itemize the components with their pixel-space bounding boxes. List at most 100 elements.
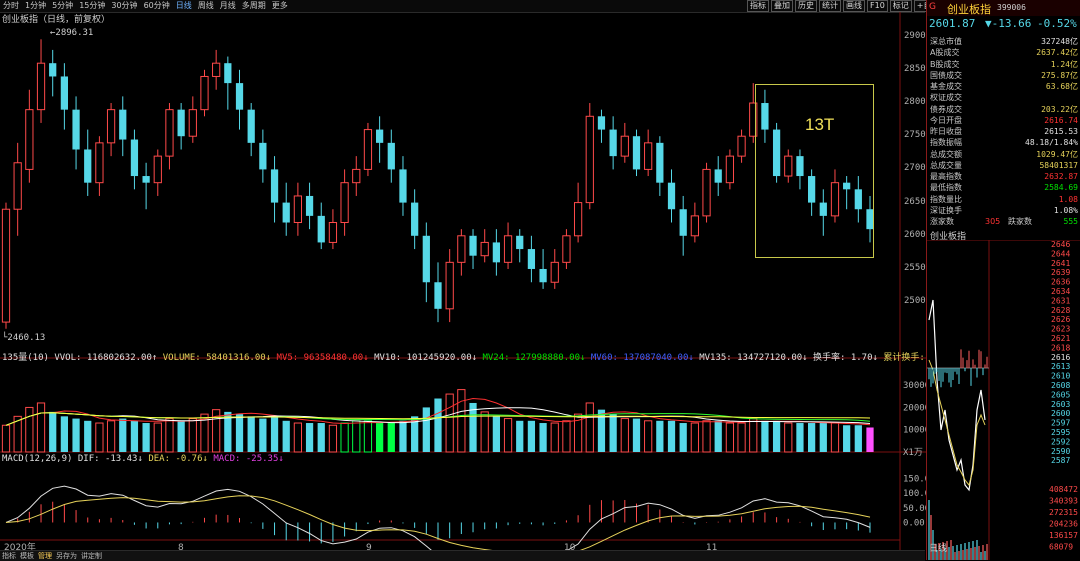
candle (573, 182, 583, 243)
volume-bar (609, 414, 617, 452)
quote-stat-row: 指数振幅 48.18/1.84% (930, 137, 1078, 148)
volume-bar (808, 423, 816, 452)
candle (480, 229, 489, 263)
volume-bar (317, 423, 325, 452)
candle (36, 39, 46, 123)
mini-price-tick: 2626 (1051, 315, 1070, 324)
x-tick: 10 (564, 543, 576, 550)
tool-button[interactable]: F10 (867, 0, 888, 12)
volume-bar (819, 423, 827, 452)
quote-stat-label: A股成交 (930, 48, 960, 58)
quote-stat-value: 48.18/1.84% (1025, 138, 1078, 148)
mini-price-tick: 2600 (1051, 409, 1070, 418)
candle (387, 129, 395, 183)
candle (340, 169, 349, 236)
tool-button[interactable]: 历史 (795, 0, 817, 12)
tool-button[interactable]: 画线 (843, 0, 865, 12)
mini-price-tick: 2616 (1051, 353, 1070, 362)
mini-footer: 日线 (929, 544, 948, 554)
candle (1, 202, 11, 329)
quote-stat-label: 昨日收盘 (930, 127, 962, 136)
candle (142, 162, 150, 210)
quote-stat-label: 深证换手 (930, 205, 962, 215)
quote-stat-label: 指数振幅 (930, 138, 962, 148)
period-tab[interactable]: 周线 (195, 0, 217, 12)
volume-bar (328, 424, 338, 453)
candle (305, 182, 314, 230)
mini-volume-tick: 340393 (1049, 497, 1078, 506)
tool-button[interactable]: 统计 (819, 0, 841, 12)
mini-price-tick: 2595 (1051, 428, 1070, 437)
price-tick: 2900 (904, 30, 926, 41)
quote-stat-value: 58401317 (1039, 160, 1078, 170)
mini-price-tick: 2597 (1051, 419, 1070, 428)
quote-stat-row: 今日开盘 2616.74 (930, 115, 1078, 126)
period-tab[interactable]: 60分钟 (141, 0, 173, 12)
mini-volume-tick: 272315 (1049, 508, 1078, 517)
volume-bar (130, 420, 139, 452)
volume-tick: 30000 (903, 381, 926, 391)
volume-bar (399, 420, 407, 452)
volume-bar (749, 418, 758, 453)
price-tick: 2850 (904, 63, 926, 74)
volume-bar (539, 423, 547, 452)
price-change: ▼-13.66 (985, 17, 1032, 30)
period-tab[interactable]: 多周期 (239, 0, 269, 12)
candle (503, 222, 513, 269)
volume-bar (725, 422, 735, 453)
price-tick: 2500 (904, 296, 926, 307)
volume-bar (644, 420, 653, 453)
mini-price-tick: 2628 (1051, 306, 1070, 315)
price-tick: 2600 (904, 229, 926, 240)
candle (644, 129, 653, 177)
candle (352, 156, 361, 196)
tool-button[interactable]: 叠加 (771, 0, 793, 12)
volume-tick: 10000 (903, 426, 926, 436)
volume-bar (270, 416, 279, 452)
period-tab[interactable]: 更多 (269, 0, 291, 12)
macd-tick: 0.00 (903, 518, 925, 528)
volume-bar (562, 420, 571, 453)
period-tab[interactable]: 分时 (0, 0, 22, 12)
price-change-pct: -0.52% (1037, 17, 1077, 30)
candle (457, 229, 466, 276)
period-tab[interactable]: 月线 (217, 0, 239, 12)
tool-button[interactable]: 指标 (747, 0, 769, 12)
volume-bar (516, 420, 524, 452)
period-tab[interactable]: 30分钟 (108, 0, 140, 12)
candle (667, 169, 676, 223)
quote-stat-row: A股成交 2637.42亿 (930, 47, 1078, 58)
candle (527, 235, 536, 283)
x-tick: 9 (366, 543, 372, 550)
volume-bar (363, 420, 373, 453)
quote-stat-row: 权证成交 (930, 92, 1078, 103)
quote-stat-label: 深总市值 (930, 37, 962, 46)
macd-tick: 100.00 (903, 489, 926, 499)
candle (25, 89, 34, 183)
volume-bar (796, 423, 804, 452)
volume-bar (737, 422, 746, 453)
candle (376, 116, 384, 163)
low-price-label: └2460.13 (2, 333, 46, 343)
mini-price-tick: 2603 (1051, 400, 1070, 409)
period-tab[interactable]: 15分钟 (76, 0, 108, 12)
period-tab[interactable]: 1分钟 (22, 0, 49, 12)
quote-stat-value: 2637.42亿 (1036, 48, 1078, 58)
volume-bar (188, 418, 197, 453)
mini-price-tick: 2592 (1051, 437, 1070, 446)
stock-tag: G (929, 2, 936, 12)
volume-bar (702, 420, 711, 453)
candle (550, 249, 559, 289)
quote-stat-label: 基金成交 (930, 82, 962, 91)
quote-stat-label: 指数量比 (930, 194, 962, 204)
macd-tick: 50.00 (903, 504, 926, 514)
volume-bar (714, 420, 722, 452)
mini-price-tick: 2618 (1051, 343, 1070, 352)
period-tab[interactable]: 5分钟 (49, 0, 76, 12)
annotation-box (755, 84, 874, 258)
volume-bar (656, 420, 664, 452)
quote-stat-label: 总成交额 (930, 149, 962, 159)
period-tab[interactable]: 日线 (173, 0, 195, 12)
quote-stat-value: 2584.69 (1044, 183, 1078, 193)
tool-button[interactable]: 标记 (889, 0, 912, 12)
